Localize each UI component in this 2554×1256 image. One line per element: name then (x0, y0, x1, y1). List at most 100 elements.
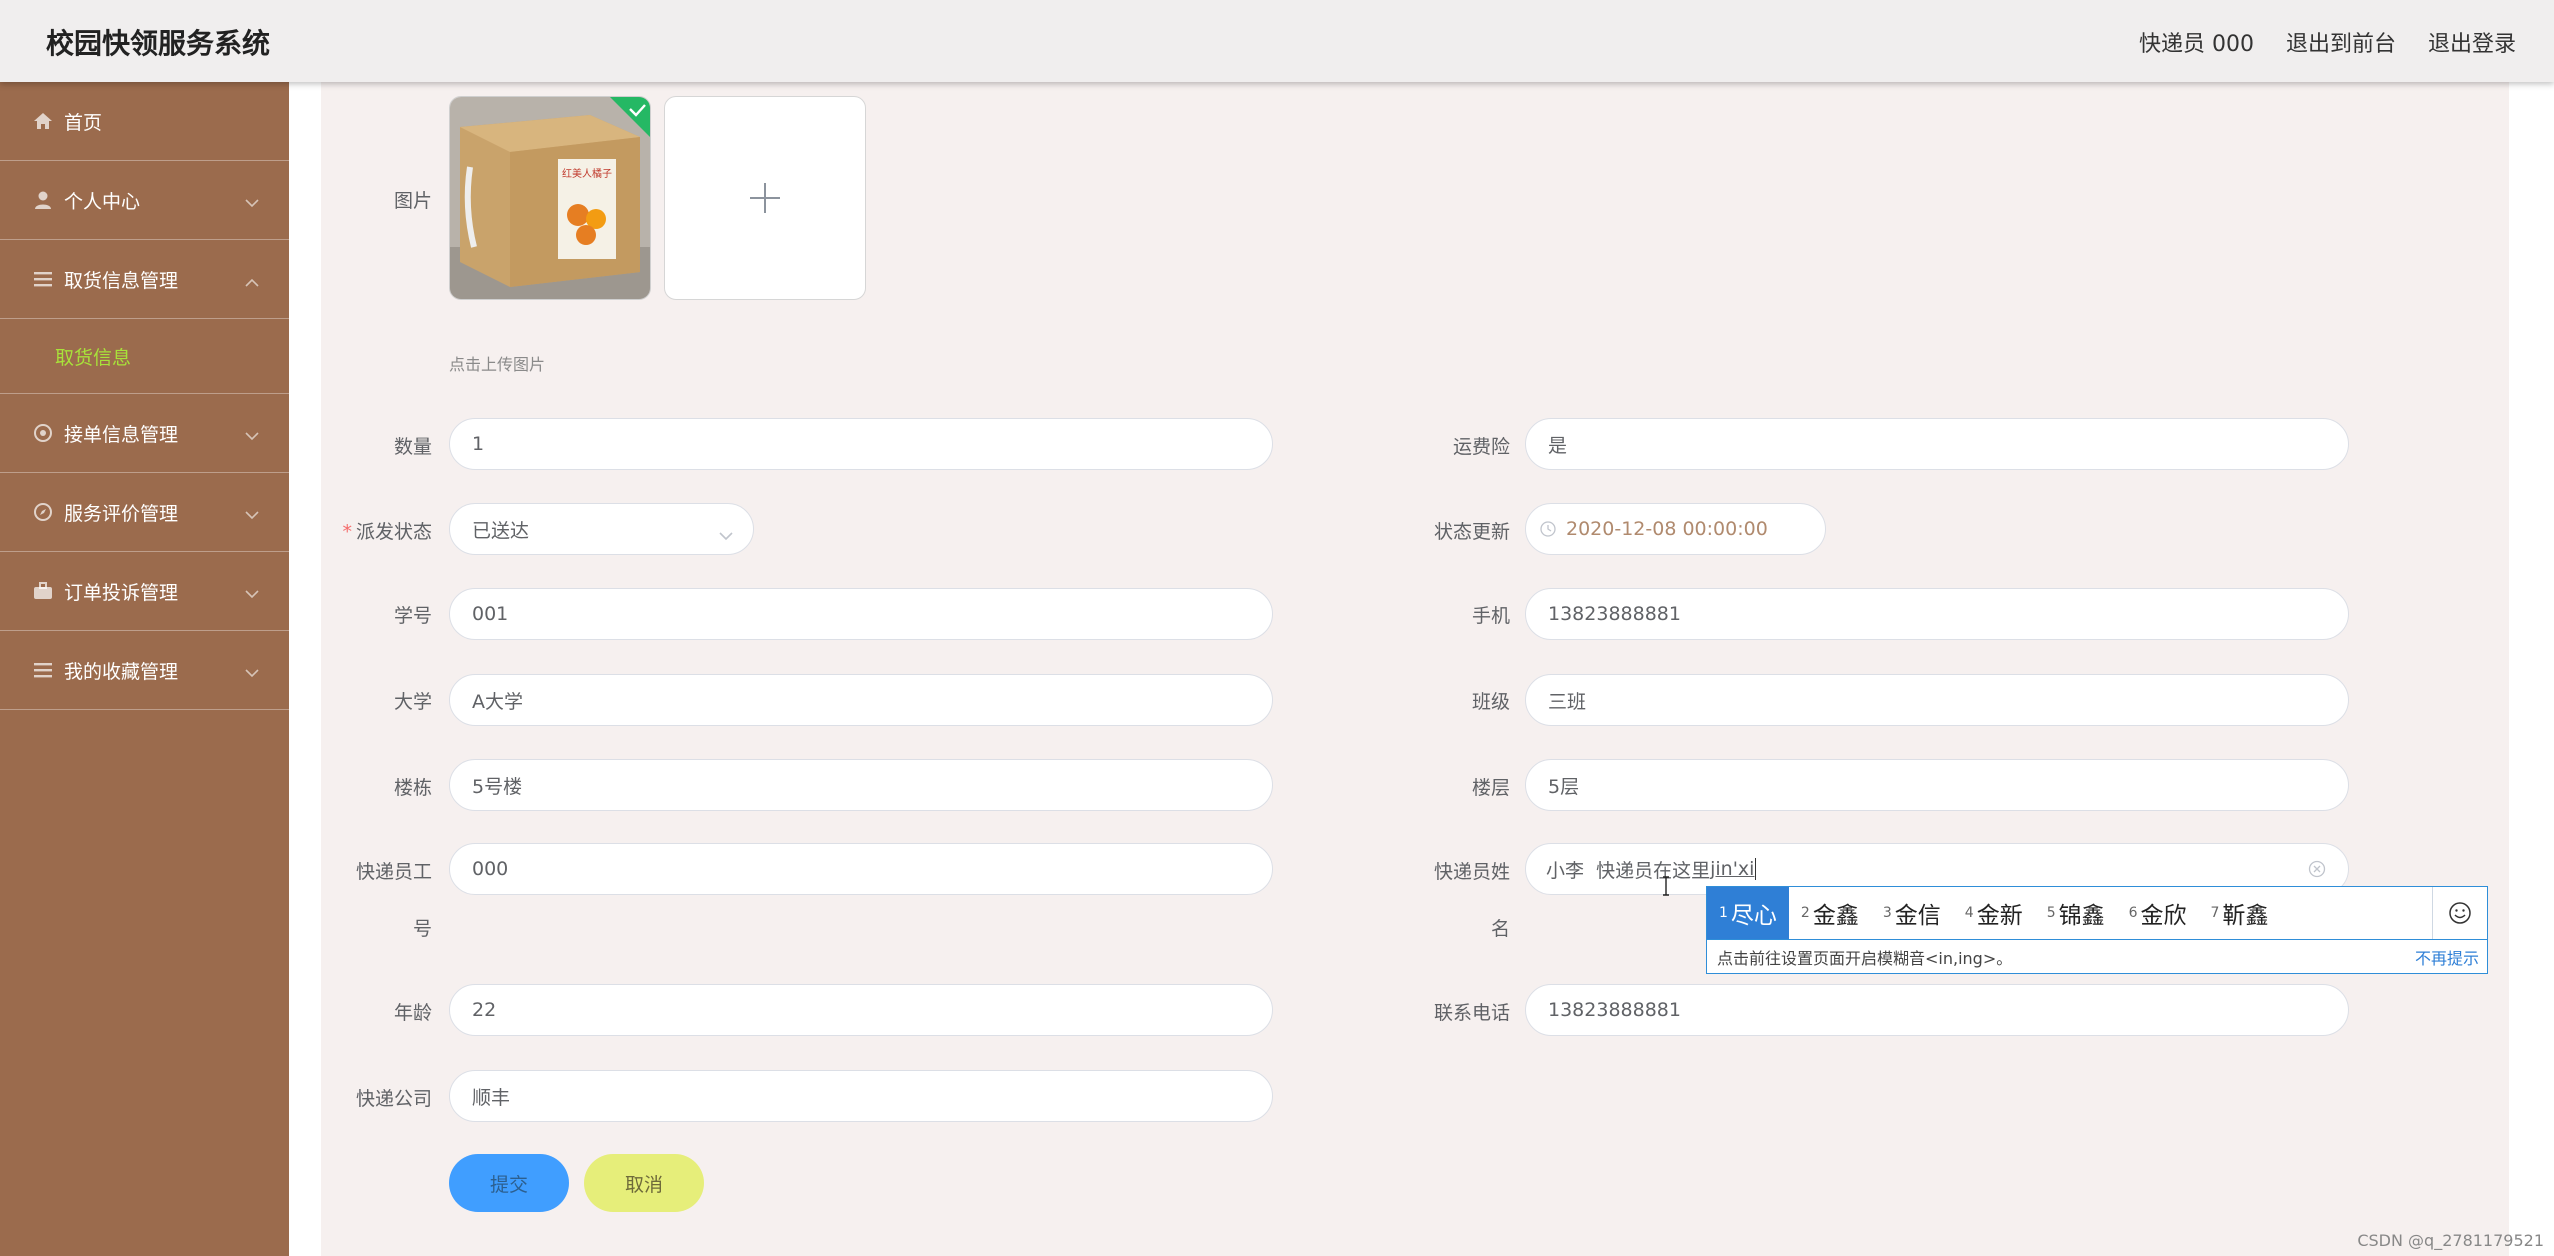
phone-input[interactable]: 13823888881 (1525, 588, 2349, 640)
sidebar-item-profile[interactable]: 个人中心 (0, 161, 289, 240)
sidebar-item-label: 个人中心 (64, 190, 141, 213)
insurance-label: 运费险 (1452, 436, 1510, 458)
candidate-text: 金鑫 (1812, 903, 1859, 929)
emoji-button[interactable] (2432, 887, 2487, 939)
chevron-down-icon (245, 503, 259, 525)
cancel-button[interactable]: 取消 (584, 1154, 704, 1212)
svg-text:红美人橘子: 红美人橘子 (562, 167, 612, 180)
ime-candidate[interactable]: 4 金新 (1953, 887, 2035, 939)
candidate-text: 尽心 (1730, 903, 1777, 929)
sidebar-item-favorites-management[interactable]: 我的收藏管理 (0, 631, 289, 710)
insurance-input[interactable]: 是 (1525, 418, 2349, 470)
status-update-value: 2020-12-08 00:00:00 (1566, 518, 1768, 540)
ime-candidate[interactable]: 6 金欣 (2117, 887, 2199, 939)
chevron-down-icon (245, 424, 259, 446)
class-label: 班级 (1471, 691, 1510, 713)
courier-id-label: 快递员工 (355, 861, 432, 883)
user-label: 快递员 000 (2138, 32, 2254, 57)
chevron-up-icon (245, 270, 259, 292)
sidebar-item-complaint-management[interactable]: 订单投诉管理 (0, 552, 289, 631)
university-input[interactable]: A大学 (449, 674, 1273, 726)
status-label-text: 派发状态 (355, 521, 432, 543)
candidate-index: 1 (1719, 905, 1728, 921)
text-caret (1755, 858, 1757, 880)
university-label: 大学 (393, 691, 432, 713)
sidebar-item-label: 接单信息管理 (64, 423, 179, 446)
to-front-link[interactable]: 退出到前台 (2286, 26, 2396, 58)
sidebar-item-label: 我的收藏管理 (64, 660, 179, 683)
sidebar-item-order-management[interactable]: 接单信息管理 (0, 394, 289, 473)
menu-icon (32, 659, 54, 681)
ime-candidate[interactable]: 5 锦鑫 (2035, 887, 2117, 939)
candidate-index: 4 (1964, 905, 1974, 921)
ime-dismiss-hint-link[interactable]: 不再提示 (2415, 945, 2479, 969)
ime-candidate-list: 1 尽心 2 金鑫 3 金信 4 金新 5 锦鑫 6 金欣 7 靳鑫 (1707, 887, 2487, 939)
sidebar: 首页 个人中心 取货信息管理 取货信息 接单信息管理 服务评价管理 订单投诉管理 (0, 82, 289, 1256)
courier-id-label-cont: 号 (412, 918, 432, 940)
upload-tip: 点击上传图片 (449, 355, 546, 374)
age-input[interactable]: 22 (449, 984, 1273, 1036)
candidate-index: 5 (2046, 905, 2056, 921)
status-select[interactable]: 已送达 (449, 503, 754, 555)
quantity-input[interactable]: 1 (449, 418, 1273, 470)
company-input[interactable]: 顺丰 (449, 1070, 1273, 1122)
candidate-index: 7 (2210, 905, 2220, 921)
gear-icon (32, 422, 54, 444)
logout-link[interactable]: 退出登录 (2428, 26, 2516, 58)
status-update-label: 状态更新 (1433, 521, 1510, 543)
app-title: 校园快领服务系统 (46, 27, 271, 60)
candidate-text: 靳鑫 (2222, 903, 2269, 929)
class-input[interactable]: 三班 (1525, 674, 2349, 726)
building-input[interactable]: 5号楼 (449, 759, 1273, 811)
phone-label: 手机 (1471, 605, 1510, 627)
floor-label: 楼层 (1471, 777, 1510, 799)
ime-candidate-window: 1 尽心 2 金鑫 3 金信 4 金新 5 锦鑫 6 金欣 7 靳鑫 点击前往设置页面开启模糊… (1706, 886, 2488, 974)
contact-label: 联系电话 (1433, 1002, 1510, 1024)
ime-divider (1707, 939, 2487, 940)
chevron-down-icon (245, 582, 259, 604)
menu-icon (32, 268, 54, 290)
courier-name-label: 快递员姓 (1433, 861, 1510, 883)
company-label: 快递公司 (355, 1088, 432, 1110)
candidate-index: 3 (1882, 905, 1892, 921)
sidebar-item-label: 订单投诉管理 (64, 581, 179, 604)
ime-hint-text[interactable]: 点击前往设置页面开启模糊音<in,ing>。 (1717, 945, 2012, 969)
ime-candidate[interactable]: 3 金信 (1871, 887, 1953, 939)
candidate-index: 6 (2128, 905, 2138, 921)
top-header: 校园快领服务系统 快递员 000 退出到前台 退出登录 (0, 0, 2554, 82)
chevron-down-icon (245, 191, 259, 213)
header-actions: 快递员 000 退出到前台 退出登录 (2139, 26, 2516, 58)
sidebar-item-home[interactable]: 首页 (0, 82, 289, 161)
contact-input[interactable]: 13823888881 (1525, 984, 2349, 1036)
smiley-icon (2449, 902, 2471, 924)
watermark: CSDN @q_2781179521 (2357, 1231, 2544, 1250)
ime-candidate[interactable]: 7 靳鑫 (2199, 887, 2281, 939)
user-icon (32, 189, 54, 211)
clock-icon (1540, 521, 1556, 537)
building-label: 楼栋 (393, 777, 432, 799)
chevron-down-icon (245, 661, 259, 683)
student-no-input[interactable]: 001 (449, 588, 1273, 640)
sidebar-item-review-management[interactable]: 服务评价管理 (0, 473, 289, 552)
submit-button[interactable]: 提交 (449, 1154, 569, 1212)
ime-candidate[interactable]: 1 尽心 (1707, 887, 1789, 939)
courier-name-value: 小李 快递员在这里 (1546, 859, 1711, 882)
floor-input[interactable]: 5层 (1525, 759, 2349, 811)
home-icon (32, 110, 54, 132)
sidebar-item-label: 取货信息管理 (64, 269, 179, 292)
courier-name-label-cont: 名 (1490, 918, 1510, 940)
status-update-datepicker[interactable]: 2020-12-08 00:00:00 (1525, 503, 1826, 555)
briefcase-icon (32, 580, 54, 602)
sidebar-item-pickup-management[interactable]: 取货信息管理 (0, 240, 289, 319)
status-select-value: 已送达 (472, 519, 530, 542)
uploaded-image-thumbnail[interactable]: 红美人橘子 (449, 96, 651, 300)
package-box-image: 红美人橘子 (450, 97, 650, 299)
sidebar-subitem-pickup-info[interactable]: 取货信息 (0, 319, 289, 394)
image-label: 图片 (393, 190, 432, 212)
sidebar-item-label: 首页 (64, 111, 103, 134)
ime-composition-text: jin'xi (1710, 858, 1755, 880)
courier-id-input[interactable]: 000 (449, 843, 1273, 895)
add-image-button[interactable] (664, 96, 866, 300)
ime-candidate[interactable]: 2 金鑫 (1789, 887, 1871, 939)
clear-icon[interactable] (2308, 860, 2326, 878)
